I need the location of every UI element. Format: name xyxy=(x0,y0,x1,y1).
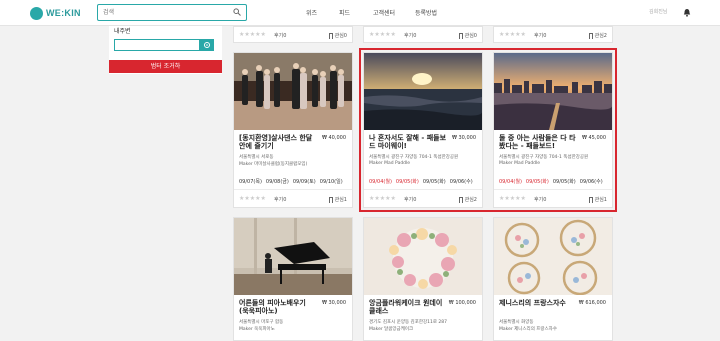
class-card[interactable]: [동지환영]살사댄스 한달안에 즐기기 ₩ 40,000 서울특별시 서로동 M… xyxy=(233,52,353,208)
review-count: 후기0 xyxy=(274,33,287,39)
logo[interactable]: WE:KIN xyxy=(30,6,81,20)
top-bar: WE:KIN 위즈 피드 고객센터 등록방법 김희진님 xyxy=(0,0,720,26)
class-card-partial[interactable]: ★★★★★ 후기0 관심2 xyxy=(493,26,613,43)
filter-reset-button[interactable]: 범터 조거하 xyxy=(109,60,222,73)
class-card[interactable]: 제니스리의 프랑스자수 ₩ 616,000 서울특별시 화양동 Maker 제니… xyxy=(493,217,613,341)
class-title[interactable]: 제니스리의 프랑스자수 xyxy=(499,299,577,307)
class-price: ₩ 616,000 xyxy=(578,300,606,306)
search-icon[interactable] xyxy=(233,8,241,16)
class-maker: Maker 마미살사클럽(동지클럽모임) xyxy=(239,162,308,167)
date-chip: 09/10(일) xyxy=(319,179,343,185)
logo-icon xyxy=(30,6,43,20)
nav-register-guide[interactable]: 등록방법 xyxy=(415,8,437,17)
bookmark-icon xyxy=(328,196,333,203)
location-input[interactable] xyxy=(114,39,200,51)
location-search-button[interactable] xyxy=(200,39,214,51)
bell-icon[interactable] xyxy=(683,8,691,17)
class-card[interactable]: 어른들의 피아노배우기 (욱욱피아노) ₩ 30,000 서울특별시 마포구 합… xyxy=(233,217,353,341)
class-title[interactable]: [동지환영]살사댄스 한달안에 즐기기 xyxy=(239,134,317,150)
favorite-count: 관심0 xyxy=(334,33,347,39)
logo-text: WE:KIN xyxy=(46,8,81,18)
divider xyxy=(234,189,352,190)
class-price: ₩ 100,000 xyxy=(448,300,476,306)
bookmark-icon xyxy=(588,32,593,39)
favorite-button[interactable]: 관심0 xyxy=(458,32,477,39)
date-chip: 09/08(금) xyxy=(265,179,289,185)
review-count: 후기0 xyxy=(274,197,287,203)
class-thumbnail-embroidery[interactable] xyxy=(494,218,612,295)
class-address: 서울특별시 화양동 xyxy=(499,320,534,325)
favorite-count: 관심2 xyxy=(594,33,607,39)
class-price: ₩ 40,000 xyxy=(321,135,346,141)
nav-support[interactable]: 고객센터 xyxy=(373,8,395,17)
class-card-partial[interactable]: ★★★★★ 후기0 관심0 xyxy=(363,26,483,43)
favorite-button[interactable]: 관심1 xyxy=(328,196,347,203)
star-rating: ★★★★★ xyxy=(369,31,396,38)
class-thumbnail-dance[interactable] xyxy=(234,53,352,130)
class-title[interactable]: 어른들의 피아노배우기 (욱욱피아노) xyxy=(239,299,317,315)
star-rating: ★★★★★ xyxy=(499,31,526,38)
favorite-count: 관심1 xyxy=(334,197,347,203)
class-card-partial[interactable]: ★★★★★ 후기0 관심0 xyxy=(233,26,353,43)
favorite-button[interactable]: 관심2 xyxy=(588,32,607,39)
bookmark-icon xyxy=(458,32,463,39)
nav-wiz[interactable]: 위즈 xyxy=(306,8,317,17)
favorite-button[interactable]: 관심0 xyxy=(328,32,347,39)
class-card[interactable]: 앙금플라워케이크 원데이 클래스 ₩ 100,000 경기도 김포시 운양동 김… xyxy=(363,217,483,341)
class-address: 서울특별시 마포구 합동 xyxy=(239,320,284,325)
review-count: 후기0 xyxy=(534,33,547,39)
date-chip: 09/09(토) xyxy=(292,179,316,185)
bookmark-icon xyxy=(328,32,333,39)
favorite-count: 관심0 xyxy=(464,33,477,39)
class-thumbnail-cake[interactable] xyxy=(364,218,482,295)
nav-feed[interactable]: 피드 xyxy=(339,8,350,17)
search-input[interactable] xyxy=(103,7,223,18)
target-icon xyxy=(204,42,210,48)
class-title[interactable]: 앙금플라워케이크 원데이 클래스 xyxy=(369,299,447,315)
class-price: ₩ 30,000 xyxy=(321,300,346,306)
class-address: 서울특별시 서로동 xyxy=(239,155,274,160)
class-maker: Maker 욱욱피아노 xyxy=(239,327,275,332)
class-maker: Maker 달콤앙금케이크 xyxy=(369,327,414,332)
class-maker: Maker 제니스리의 프랑스자수 xyxy=(499,327,557,332)
review-count: 후기0 xyxy=(404,33,417,39)
search-box[interactable] xyxy=(97,4,247,21)
star-rating: ★★★★★ xyxy=(239,31,266,38)
class-thumbnail-piano[interactable] xyxy=(234,218,352,295)
class-dates: 09/07(목) 09/08(금) 09/09(토) 09/10(일) xyxy=(239,178,347,185)
date-chip: 09/07(목) xyxy=(239,179,262,185)
star-rating: ★★★★★ xyxy=(239,195,266,202)
selection-highlight xyxy=(359,48,617,212)
nearby-label: 내주변 xyxy=(114,28,131,35)
class-address: 경기도 김포시 운양동 김포한강11로 287 xyxy=(369,320,447,325)
user-name[interactable]: 김희진님 xyxy=(649,8,667,15)
